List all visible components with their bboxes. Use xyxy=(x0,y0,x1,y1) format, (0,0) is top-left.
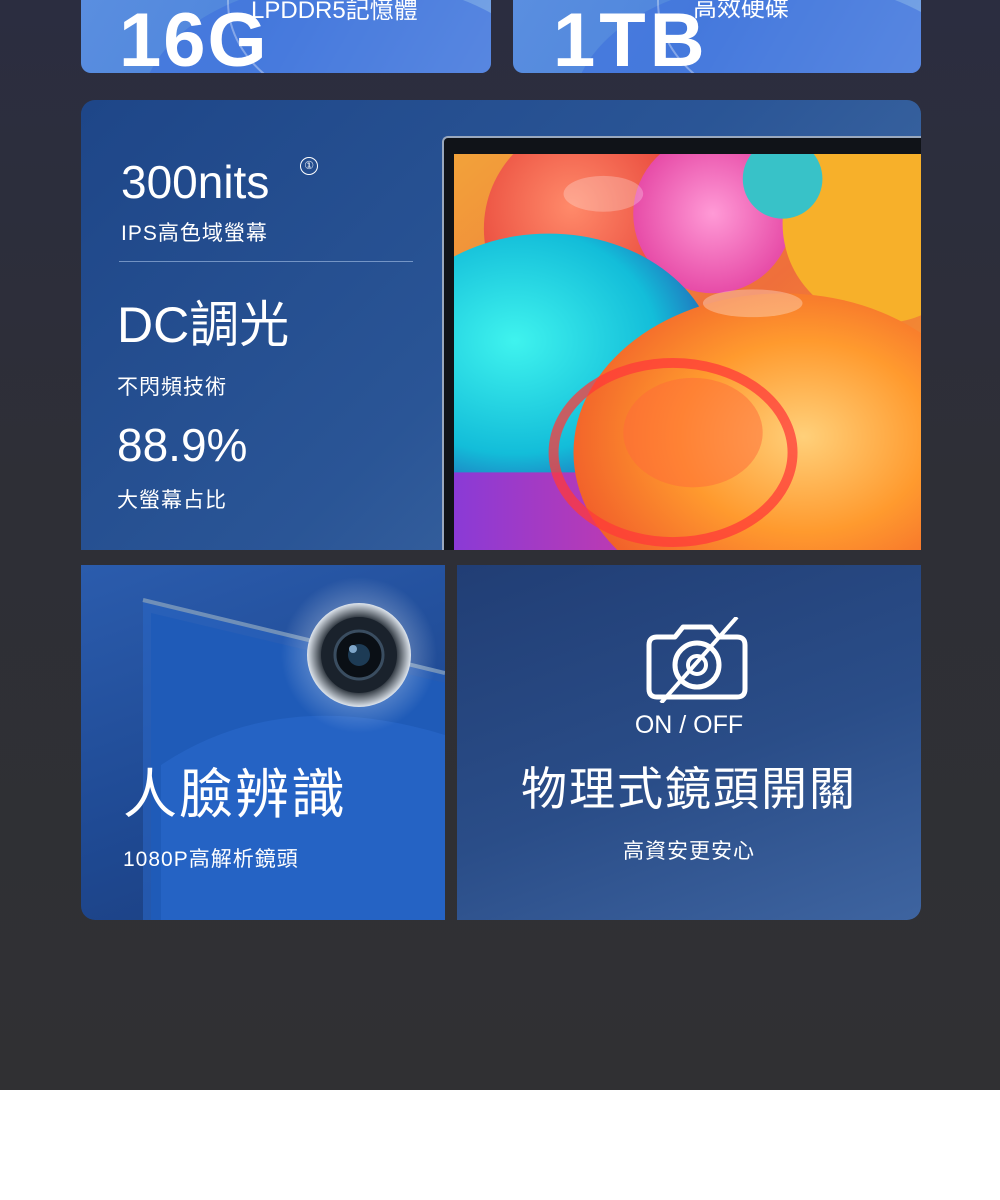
brightness-feature: 300nits IPS高色域螢幕 xyxy=(121,155,269,247)
storage-size: 1TB xyxy=(553,0,709,74)
dimming-desc: 不閃頻技術 xyxy=(117,376,227,399)
dimming-title: DC調光 xyxy=(117,297,290,353)
storage-type: 高效硬碟 xyxy=(693,0,789,22)
face-recognition-card: 人臉辨識 1080P高解析鏡頭 xyxy=(81,565,445,920)
screen-ratio-feature: 88.9% 大螢幕占比 xyxy=(117,418,247,514)
screen-ratio-title: 88.9% xyxy=(117,419,248,471)
laptop-screen-image xyxy=(442,136,921,550)
camera-switch-title: 物理式鏡頭開關 xyxy=(521,763,857,815)
face-recognition-feature: 人臉辨識 1080P高解析鏡頭 xyxy=(123,750,347,873)
camera-switch-desc: 高資安更安心 xyxy=(623,840,755,863)
face-recognition-desc: 1080P高解析鏡頭 xyxy=(123,848,299,871)
display-feature-card: 300nits IPS高色域螢幕 ① DC調光 不閃頻技術 88.9% 大螢幕占… xyxy=(81,100,921,550)
storage-spec-card: 1TB 高效硬碟 xyxy=(513,0,921,73)
brightness-title: 300nits xyxy=(121,156,270,208)
camera-switch-feature: 物理式鏡頭開關 高資安更安心 xyxy=(457,753,921,865)
feature-divider xyxy=(119,261,413,262)
colorful-wallpaper xyxy=(454,154,921,550)
camera-switch-card: ON / OFF 物理式鏡頭開關 高資安更安心 xyxy=(457,565,921,920)
camera-off-icon xyxy=(646,617,748,703)
dimming-feature: DC調光 不閃頻技術 xyxy=(117,285,289,401)
page-bottom-whitespace xyxy=(0,1090,1000,1200)
memory-spec-card: 16G LPDDR5記憶體 xyxy=(81,0,491,73)
product-feature-section: 16G LPDDR5記憶體 1TB 高效硬碟 300nits IPS高色域螢幕 … xyxy=(0,0,1000,1090)
screen-ratio-desc: 大螢幕占比 xyxy=(117,489,227,512)
on-off-label: ON / OFF xyxy=(634,711,744,739)
footnote-marker: ① xyxy=(300,157,318,175)
memory-size: 16G xyxy=(119,0,269,74)
face-recognition-title: 人臉辨識 xyxy=(123,765,347,825)
memory-type: LPDDR5記憶體 xyxy=(251,0,418,24)
brightness-desc: IPS高色域螢幕 xyxy=(121,222,268,245)
